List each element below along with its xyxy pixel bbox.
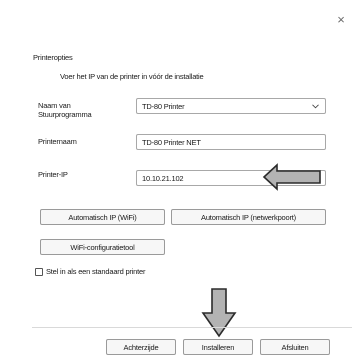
printer-ip-label: Printer-IP: [38, 170, 68, 179]
close-glyph: ×: [337, 11, 345, 27]
printer-name-value: TD-80 Printer NET: [142, 137, 201, 147]
left-arrow-icon: [262, 163, 321, 191]
printer-options-dialog: × Printeropties Voer het IP van de print…: [0, 0, 352, 355]
chevron-down-icon: [312, 102, 319, 111]
auto-ip-wifi-button[interactable]: Automatisch IP (WiFi): [40, 209, 165, 225]
back-label: Achterzijde: [123, 342, 159, 352]
install-button[interactable]: Installeren: [183, 339, 253, 355]
printer-name-label: Printernaam: [38, 137, 77, 146]
default-printer-label: Stel in als een standaard printer: [46, 267, 146, 276]
printer-ip-value: 10.10.21.102: [142, 173, 184, 183]
close-icon[interactable]: ×: [334, 11, 348, 27]
driver-select-value: TD-80 Printer: [142, 101, 185, 111]
back-button[interactable]: Achterzijde: [106, 339, 176, 355]
driver-label-line2: Stuurprogramma: [38, 110, 92, 119]
instruction-text: Voer het IP van de printer in vóór de in…: [60, 72, 204, 81]
wifi-config-label: WiFi-configuratietool: [70, 242, 135, 252]
driver-label-line1: Naam van: [38, 101, 71, 110]
driver-select[interactable]: TD-80 Printer: [136, 98, 326, 114]
driver-label: Naam van Stuurprogramma: [38, 101, 92, 119]
auto-ip-network-button[interactable]: Automatisch IP (netwerkpoort): [171, 209, 326, 225]
footer-divider: [32, 327, 352, 328]
auto-ip-network-label: Automatisch IP (netwerkpoort): [201, 212, 296, 222]
install-label: Installeren: [201, 342, 235, 352]
down-arrow-icon: [201, 288, 237, 338]
close-button[interactable]: Afsluiten: [260, 339, 330, 355]
auto-ip-wifi-label: Automatisch IP (WiFi): [68, 212, 137, 222]
wifi-config-button[interactable]: WiFi-configuratietool: [40, 239, 165, 255]
section-title: Printeropties: [33, 53, 73, 62]
close-label: Afsluiten: [281, 342, 309, 352]
printer-name-input[interactable]: TD-80 Printer NET: [136, 134, 326, 150]
default-printer-checkbox[interactable]: [35, 268, 43, 276]
